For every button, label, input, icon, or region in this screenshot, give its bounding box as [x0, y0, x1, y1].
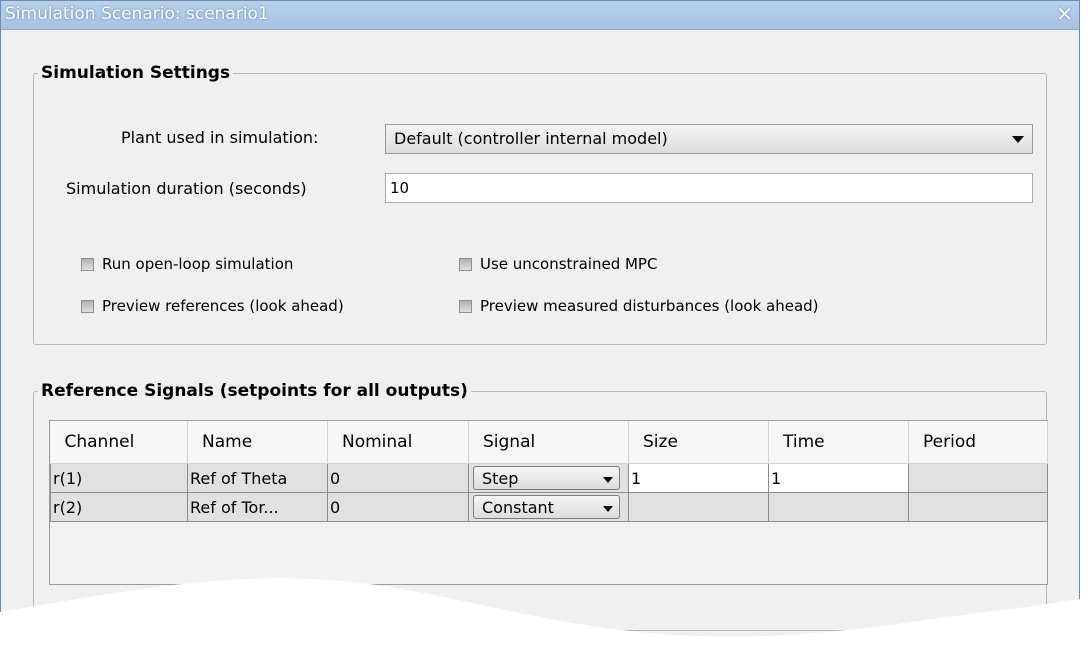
torn-edge — [0, 578, 1088, 649]
reference-signals-legend: Reference Signals (setpoints for all out… — [41, 381, 468, 401]
signal-select[interactable]: Constant — [473, 495, 620, 519]
table-row: r(1) Ref of Theta 0 Step 1 1 — [50, 463, 1048, 493]
chevron-down-icon — [603, 477, 613, 483]
preview-disturbances-label: Preview measured disturbances (look ahea… — [480, 297, 819, 315]
window-title: Simulation Scenario: scenario1 — [5, 4, 269, 24]
checkbox-unchecked-icon[interactable] — [459, 299, 472, 313]
table-header-row: Channel Name Nominal Signal Size Time Pe… — [50, 421, 1048, 464]
chevron-down-icon — [603, 506, 613, 512]
chevron-down-icon — [1012, 136, 1024, 143]
signal-cell: Step — [468, 463, 629, 493]
preview-references-checkbox[interactable]: Preview references (look ahead) — [81, 297, 344, 315]
checkbox-unchecked-icon[interactable] — [459, 257, 472, 271]
signal-select-value: Step — [482, 468, 519, 488]
column-header[interactable]: Period — [908, 421, 1048, 464]
open-loop-checkbox[interactable]: Run open-loop simulation — [81, 255, 293, 273]
unconstrained-mpc-label: Use unconstrained MPC — [480, 255, 658, 273]
signal-cell: Constant — [468, 492, 629, 522]
open-loop-label: Run open-loop simulation — [102, 255, 294, 273]
signal-select-value: Constant — [482, 497, 554, 517]
column-header[interactable]: Size — [628, 421, 769, 464]
plant-label: Plant used in simulation: — [121, 128, 319, 147]
column-header[interactable]: Nominal — [327, 421, 469, 464]
duration-label: Simulation duration (seconds) — [66, 179, 307, 198]
simulation-settings-legend: Simulation Settings — [41, 63, 231, 83]
close-icon[interactable]: ✕ — [1056, 2, 1073, 26]
column-header[interactable]: Signal — [468, 421, 629, 464]
name-cell[interactable]: Ref of Tor... — [187, 492, 328, 522]
preview-disturbances-checkbox[interactable]: Preview measured disturbances (look ahea… — [459, 297, 819, 315]
preview-references-label: Preview references (look ahead) — [102, 297, 344, 315]
column-header[interactable]: Name — [187, 421, 328, 464]
channel-cell: r(2) — [50, 492, 188, 522]
period-cell — [908, 463, 1048, 493]
column-header[interactable]: Time — [768, 421, 909, 464]
table-row: r(2) Ref of Tor... 0 Constant — [50, 492, 1048, 522]
time-cell[interactable]: 1 — [768, 463, 909, 493]
size-cell[interactable]: 1 — [628, 463, 769, 493]
signal-select[interactable]: Step — [473, 466, 620, 490]
unconstrained-mpc-checkbox[interactable]: Use unconstrained MPC — [459, 255, 657, 273]
title-bar[interactable]: Simulation Scenario: scenario1 ✕ — [1, 1, 1079, 30]
checkbox-unchecked-icon[interactable] — [81, 299, 94, 313]
nominal-cell[interactable]: 0 — [327, 492, 469, 522]
plant-select-value: Default (controller internal model) — [394, 129, 668, 148]
checkbox-unchecked-icon[interactable] — [81, 257, 94, 271]
time-cell — [768, 492, 909, 522]
nominal-cell[interactable]: 0 — [327, 463, 469, 493]
channel-cell: r(1) — [50, 463, 188, 493]
dialog-window: Simulation Scenario: scenario1 ✕ Simulat… — [0, 0, 1080, 640]
plant-select[interactable]: Default (controller internal model) — [385, 124, 1033, 154]
duration-input-value: 10 — [390, 179, 410, 197]
size-cell — [628, 492, 769, 522]
duration-input[interactable]: 10 — [385, 173, 1033, 203]
name-cell[interactable]: Ref of Theta — [187, 463, 328, 493]
column-header[interactable]: Channel — [50, 421, 188, 464]
reference-table: Channel Name Nominal Signal Size Time Pe… — [50, 421, 1048, 522]
period-cell — [908, 492, 1048, 522]
